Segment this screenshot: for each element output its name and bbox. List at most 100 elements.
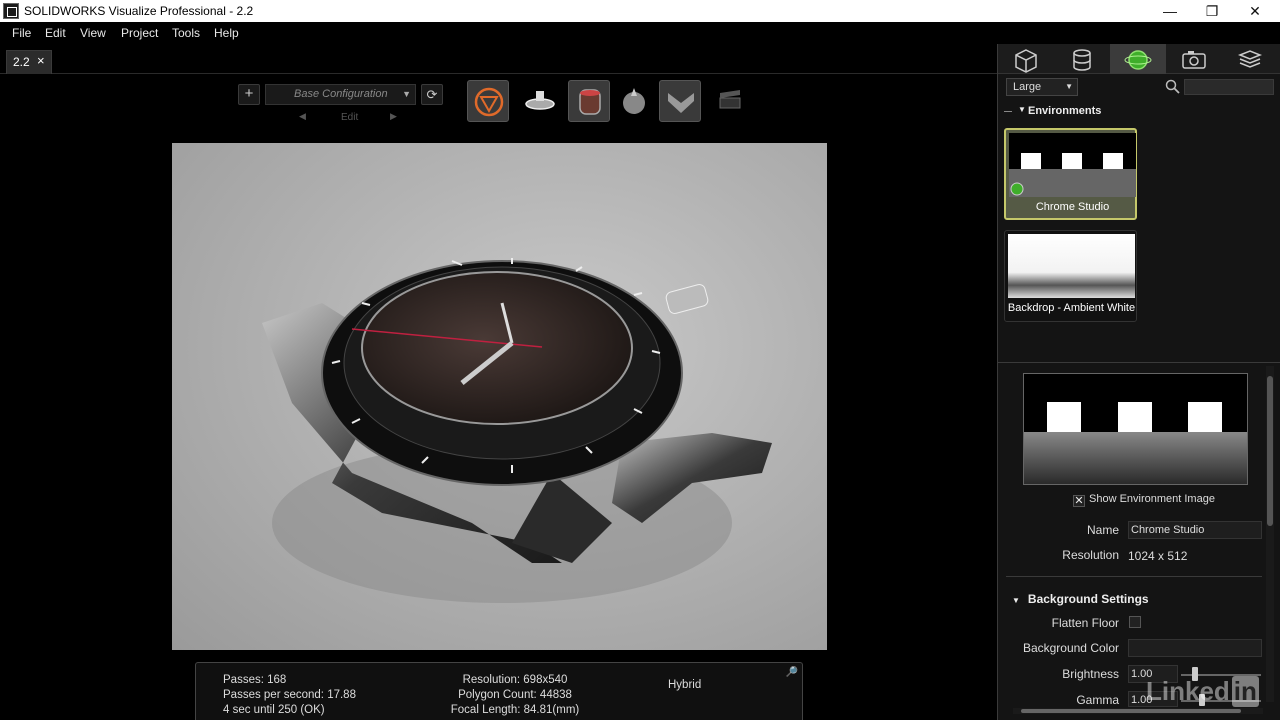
resolution-label: Resolution bbox=[1062, 548, 1119, 562]
turntable-button[interactable] bbox=[519, 80, 561, 122]
environment-name: Chrome Studio bbox=[1035, 201, 1110, 213]
tab-close-icon[interactable]: × bbox=[37, 53, 45, 68]
window-title: SOLIDWORKS Visualize Professional - 2.2 bbox=[24, 4, 254, 18]
tab-cameras[interactable] bbox=[1166, 44, 1222, 74]
status-scene-stats: Resolution: 698x540 Polygon Count: 44838… bbox=[440, 673, 590, 718]
tab-scenes[interactable] bbox=[1110, 44, 1166, 74]
app-window: SOLIDWORKS Visualize Professional - 2.2 … bbox=[0, 0, 1280, 720]
palette-tabs bbox=[998, 44, 1280, 74]
cylinder-icon bbox=[1073, 49, 1091, 71]
environment-preview-image bbox=[1009, 133, 1136, 197]
status-render-stats: Passes: 168 Passes per second: 17.88 4 s… bbox=[223, 673, 356, 718]
search-input[interactable] bbox=[1184, 79, 1274, 95]
environments-section-header[interactable]: ▼ Environments bbox=[1004, 105, 1274, 119]
tab-libraries[interactable] bbox=[1222, 44, 1278, 74]
chevron-down-icon: ▼ bbox=[1065, 82, 1073, 91]
cube-icon bbox=[1015, 49, 1037, 73]
environment-name: Backdrop - Ambient White bbox=[1007, 302, 1136, 314]
gamma-label: Gamma bbox=[1076, 693, 1119, 707]
layers-icon bbox=[1237, 50, 1263, 68]
collapse-arrow-icon: ▼ bbox=[1012, 596, 1020, 605]
watch-render-image bbox=[262, 258, 772, 603]
magnifier-icon[interactable]: 🔎 bbox=[786, 667, 798, 678]
section-separator bbox=[1006, 576, 1262, 577]
render-status-panel: Passes: 168 Passes per second: 17.88 4 s… bbox=[195, 662, 803, 720]
background-color-label: Background Color bbox=[1022, 641, 1119, 655]
name-label: Name bbox=[1086, 523, 1119, 537]
show-environment-checkbox[interactable]: ✕ bbox=[1073, 495, 1085, 507]
document-tab[interactable]: 2.2 × bbox=[6, 50, 52, 74]
turntable-icon bbox=[525, 91, 555, 110]
environment-image bbox=[1024, 374, 1247, 484]
scene-arrows-icon bbox=[668, 93, 694, 113]
restore-button[interactable]: ❐ bbox=[1190, 0, 1234, 22]
add-configuration-button[interactable]: + bbox=[238, 84, 260, 105]
menu-project[interactable]: Project bbox=[121, 26, 158, 40]
show-environment-label: Show Environment Image bbox=[1089, 493, 1215, 505]
linkedin-watermark-logo: Linked in bbox=[1146, 676, 1259, 707]
background-settings-header[interactable]: ▼ Background Settings bbox=[1012, 592, 1149, 606]
environment-thumb-chrome-studio[interactable]: Chrome Studio bbox=[1004, 128, 1137, 220]
flatten-floor-label: Flatten Floor bbox=[1051, 616, 1119, 630]
environment-thumb-backdrop-ambient-white[interactable]: Backdrop - Ambient White bbox=[1004, 230, 1137, 322]
menu-tools[interactable]: Tools bbox=[172, 26, 200, 40]
app-logo-icon bbox=[3, 3, 19, 19]
next-configuration-icon[interactable]: ▶ bbox=[390, 111, 397, 122]
collapse-arrow-icon: ▼ bbox=[1018, 105, 1026, 114]
background-settings-label: Background Settings bbox=[1027, 592, 1149, 606]
refresh-configuration-button[interactable]: ⟳ bbox=[421, 84, 443, 105]
close-window-button[interactable]: ✕ bbox=[1233, 0, 1277, 22]
scrollbar-thumb[interactable] bbox=[1267, 376, 1273, 526]
chevron-down-icon: ▼ bbox=[402, 89, 411, 99]
tab-models[interactable] bbox=[998, 44, 1054, 74]
time-remaining: 4 sec until 250 (OK) bbox=[223, 704, 325, 716]
document-tab-strip: 2.2 × bbox=[0, 44, 997, 74]
flatten-floor-checkbox[interactable] bbox=[1129, 616, 1141, 628]
passes-count: Passes: 168 bbox=[223, 674, 287, 686]
render-viewport[interactable] bbox=[172, 143, 827, 650]
resolution-value: 1024 x 512 bbox=[1128, 549, 1188, 563]
thumbnail-size-value: Large bbox=[1013, 81, 1042, 93]
material-bucket-icon bbox=[579, 89, 601, 115]
animation-button[interactable] bbox=[708, 80, 750, 122]
background-color-swatch[interactable] bbox=[1128, 639, 1262, 657]
minimize-button[interactable]: — bbox=[1148, 0, 1192, 22]
menu-edit[interactable]: Edit bbox=[45, 26, 66, 40]
menu-view[interactable]: View bbox=[80, 26, 106, 40]
menu-help[interactable]: Help bbox=[214, 26, 239, 40]
thumbnail-size-select[interactable]: Large ▼ bbox=[1006, 78, 1078, 96]
environments-section-label: Environments bbox=[1028, 105, 1102, 117]
environment-preview-image bbox=[1008, 234, 1135, 298]
title-bar: SOLIDWORKS Visualize Professional - 2.2 … bbox=[0, 0, 1280, 22]
search-icon bbox=[1165, 79, 1180, 94]
polygon-count: Polygon Count: 44838 bbox=[458, 689, 572, 701]
passes-per-second: Passes per second: 17.88 bbox=[223, 689, 356, 701]
appearance-button[interactable] bbox=[613, 80, 655, 122]
render-resolution: Resolution: 698x540 bbox=[462, 674, 568, 686]
render-mode-icon bbox=[474, 87, 504, 117]
menu-bar: File Edit View Project Tools Help bbox=[0, 22, 1280, 44]
configuration-value: Base Configuration bbox=[294, 88, 388, 100]
clapperboard-icon bbox=[719, 90, 741, 109]
camera-icon bbox=[1182, 51, 1206, 69]
edit-configuration-link[interactable]: Edit bbox=[341, 112, 358, 123]
brightness-label: Brightness bbox=[1062, 667, 1119, 681]
sphere-icon bbox=[623, 88, 645, 114]
show-environment-image-toggle[interactable]: ✕ Show Environment Image bbox=[1073, 493, 1215, 507]
material-tool-button[interactable] bbox=[568, 80, 610, 122]
previous-configuration-icon[interactable]: ◀ bbox=[299, 111, 306, 122]
environment-name-field[interactable]: Chrome Studio bbox=[1128, 521, 1262, 539]
scene-tool-button[interactable] bbox=[659, 80, 701, 122]
menu-file[interactable]: File bbox=[12, 26, 31, 40]
focal-length: Focal Length: 84.81(mm) bbox=[450, 704, 580, 716]
configuration-select[interactable]: Base Configuration ▼ bbox=[265, 84, 416, 105]
panel-divider[interactable] bbox=[997, 362, 1280, 363]
environment-globe-icon bbox=[1124, 50, 1152, 70]
render-mode-button[interactable] bbox=[467, 80, 509, 122]
environment-image-preview bbox=[1023, 373, 1248, 485]
panel-vertical-scrollbar[interactable] bbox=[1266, 366, 1274, 702]
panel-horizontal-scrollbar[interactable] bbox=[1013, 708, 1263, 714]
scrollbar-thumb[interactable] bbox=[1021, 709, 1241, 713]
tab-appearances[interactable] bbox=[1054, 44, 1110, 74]
render-mode-label: Hybrid bbox=[668, 679, 702, 691]
